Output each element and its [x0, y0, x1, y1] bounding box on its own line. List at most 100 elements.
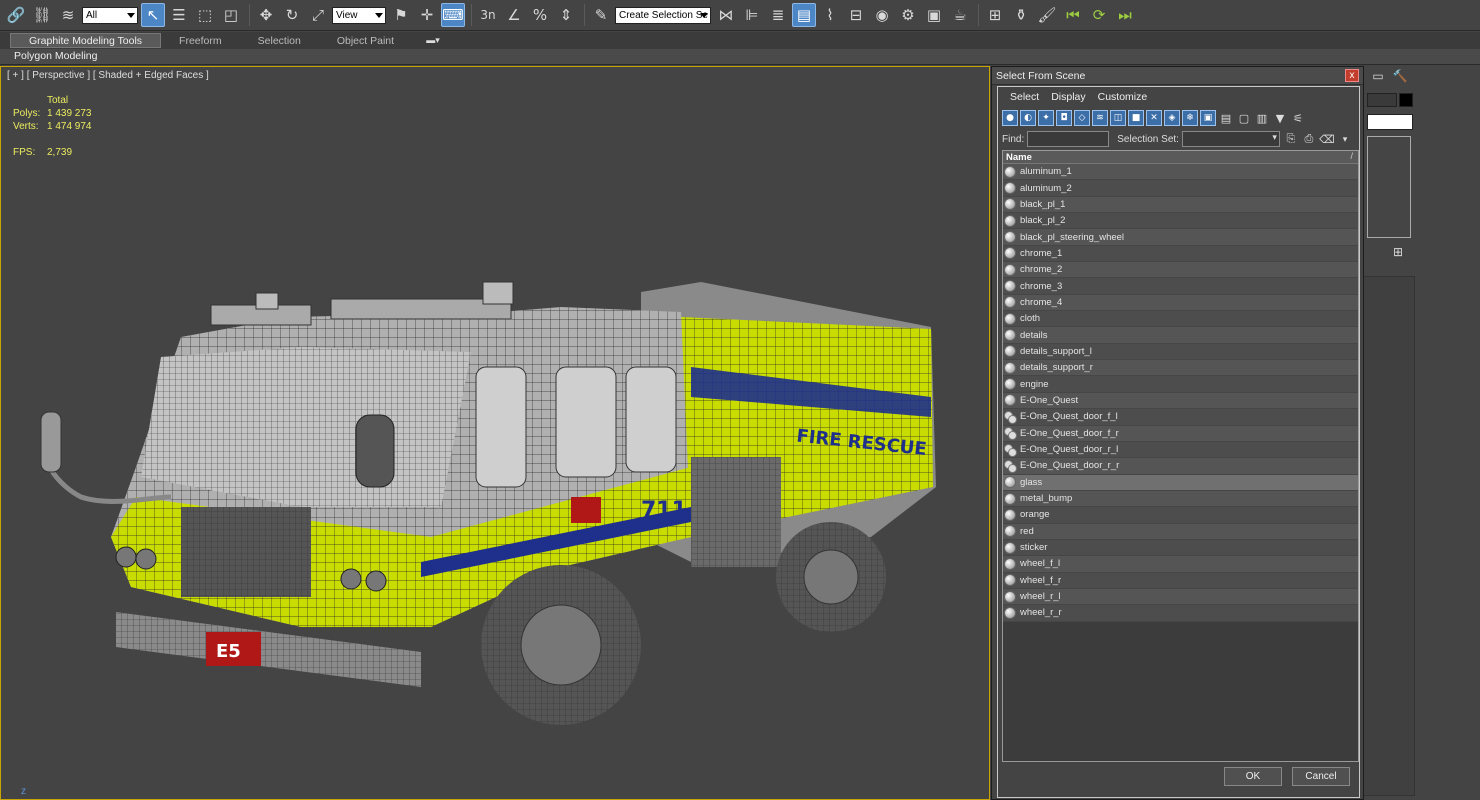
modifier-list-dropdown[interactable]: [1367, 114, 1413, 130]
list-item[interactable]: details: [1003, 327, 1358, 344]
filter-settings-icon[interactable]: ⚟: [1290, 110, 1306, 126]
list-item[interactable]: E-One_Quest_door_r_r: [1003, 458, 1358, 475]
select-object-icon[interactable]: ↖: [141, 3, 165, 27]
rotate-icon[interactable]: ↻: [280, 3, 304, 27]
spinner-snap-icon[interactable]: ⇕: [554, 3, 578, 27]
angle-snap-icon[interactable]: ∠: [502, 3, 526, 27]
keyframe-cycle-icon[interactable]: ⟳: [1087, 3, 1111, 27]
helper-filter-icon[interactable]: ◇: [1074, 110, 1090, 126]
tab-selection[interactable]: Selection: [240, 33, 319, 48]
list-item[interactable]: black_pl_1: [1003, 196, 1358, 214]
scale-icon[interactable]: ⤢: [306, 3, 330, 27]
keyframe-end-icon[interactable]: ⏭: [1113, 3, 1137, 27]
space-warp-filter-icon[interactable]: ≋: [1092, 110, 1108, 126]
tab-graphite-modeling-tools[interactable]: Graphite Modeling Tools: [10, 33, 162, 48]
tab-object-paint[interactable]: Object Paint: [319, 33, 412, 48]
keyframe-start-icon[interactable]: ⏮: [1061, 3, 1085, 27]
edit-named-selection-icon[interactable]: ✎: [589, 3, 613, 27]
cancel-button[interactable]: Cancel: [1292, 767, 1350, 786]
link-icon[interactable]: 🔗: [4, 3, 28, 27]
ribbon-options-icon[interactable]: ▬▾: [422, 35, 444, 46]
list-item[interactable]: wheel_r_r: [1003, 605, 1358, 622]
list-item[interactable]: glass: [1003, 474, 1358, 491]
camera-filter-icon[interactable]: ◘: [1056, 110, 1072, 126]
menu-customize[interactable]: Customize: [1092, 91, 1154, 103]
group-filter-icon[interactable]: ◫: [1110, 110, 1126, 126]
collapse-icon[interactable]: ▾: [1338, 132, 1352, 146]
list-item[interactable]: wheel_f_l: [1003, 556, 1358, 573]
bind-space-warp-icon[interactable]: ≋: [56, 3, 80, 27]
ok-button[interactable]: OK: [1224, 767, 1282, 786]
reference-coordinate-dropdown[interactable]: View: [332, 6, 386, 24]
close-icon[interactable]: x: [1345, 69, 1359, 82]
remove-from-selection-set-icon[interactable]: ⌫: [1319, 132, 1335, 146]
utilities-tab-icon[interactable]: 🔨: [1391, 68, 1409, 84]
render-production-icon[interactable]: ☕: [948, 3, 972, 27]
list-item[interactable]: engine: [1003, 376, 1358, 393]
shape-filter-icon[interactable]: ◐: [1020, 110, 1036, 126]
align-icon[interactable]: ⊫: [740, 3, 764, 27]
display-tab-icon[interactable]: ▭: [1369, 68, 1387, 84]
list-item[interactable]: details_support_r: [1003, 360, 1358, 377]
list-item[interactable]: wheel_r_l: [1003, 588, 1358, 606]
perspective-viewport[interactable]: FIRE RESCUE 711 E5 [+] [Perspective]…: [0, 66, 990, 800]
configure-modifier-sets-icon[interactable]: ⊞: [1389, 244, 1407, 260]
display-all-icon[interactable]: ▤: [1218, 110, 1234, 126]
list-item[interactable]: chrome_4: [1003, 294, 1358, 312]
list-item[interactable]: E-One_Quest: [1003, 392, 1358, 410]
panel-polygon-modeling[interactable]: Polygon Modeling: [10, 50, 101, 64]
viewport-label[interactable]: [ + ] [ Perspective ] [ Shaded + Edged F…: [7, 70, 209, 81]
move-icon[interactable]: ✥: [254, 3, 278, 27]
dialog-title-bar[interactable]: Select From Scene x: [992, 67, 1363, 85]
list-item[interactable]: wheel_f_r: [1003, 572, 1358, 589]
graphite-toggle-icon[interactable]: ⊞: [983, 3, 1007, 27]
layer-manager-icon[interactable]: ≣: [766, 3, 790, 27]
menu-select[interactable]: Select: [1004, 91, 1045, 103]
display-invert-icon[interactable]: ▥: [1254, 110, 1270, 126]
named-selection-set-dropdown[interactable]: Create Selection Se: [615, 6, 711, 24]
manipulate-icon[interactable]: ✛: [415, 3, 439, 27]
rect-selection-icon[interactable]: ⬚: [193, 3, 217, 27]
list-item[interactable]: black_pl_steering_wheel: [1003, 229, 1358, 246]
selection-filter-dropdown[interactable]: All: [82, 6, 138, 24]
list-item[interactable]: chrome_1: [1003, 245, 1358, 263]
menu-display[interactable]: Display: [1045, 91, 1091, 103]
hidden-filter-icon[interactable]: ▣: [1200, 110, 1216, 126]
mirror-icon[interactable]: ⋈: [714, 3, 738, 27]
list-item[interactable]: chrome_3: [1003, 278, 1358, 295]
tab-freeform[interactable]: Freeform: [161, 33, 240, 48]
bone-filter-icon[interactable]: ✕: [1146, 110, 1162, 126]
keyboard-shortcut-override-icon[interactable]: ⌨: [441, 3, 465, 27]
selection-set-dropdown[interactable]: ▾: [1181, 131, 1280, 147]
filter-icon[interactable]: ▼: [1272, 110, 1288, 126]
name-column-header[interactable]: Name /: [1003, 151, 1358, 164]
paint-brush-icon[interactable]: 🖌: [1035, 3, 1059, 27]
unlink-icon[interactable]: ⛓: [30, 3, 54, 27]
script-icon[interactable]: ⚱: [1009, 3, 1033, 27]
container-filter-icon[interactable]: ◈: [1164, 110, 1180, 126]
geometry-filter-icon[interactable]: ●: [1002, 110, 1018, 126]
schematic-view-icon[interactable]: ⊟: [844, 3, 868, 27]
material-editor-icon[interactable]: ◉: [870, 3, 894, 27]
add-to-selection-set-icon[interactable]: ⎙: [1302, 132, 1316, 146]
modifier-stack[interactable]: [1367, 136, 1411, 238]
create-selection-set-icon[interactable]: ⎘: [1284, 132, 1298, 146]
list-item[interactable]: metal_bump: [1003, 490, 1358, 508]
list-item[interactable]: chrome_2: [1003, 262, 1358, 279]
object-name-field[interactable]: [1367, 93, 1397, 107]
list-item[interactable]: black_pl_2: [1003, 213, 1358, 230]
list-item[interactable]: cloth: [1003, 311, 1358, 328]
select-by-name-icon[interactable]: ☰: [167, 3, 191, 27]
list-item[interactable]: aluminum_1: [1003, 164, 1358, 181]
frozen-filter-icon[interactable]: ❄: [1182, 110, 1198, 126]
curve-editor-icon[interactable]: ⌇: [818, 3, 842, 27]
rendered-frame-window-icon[interactable]: ▣: [922, 3, 946, 27]
object-color-swatch[interactable]: [1399, 93, 1413, 107]
list-item[interactable]: red: [1003, 523, 1358, 540]
display-none-icon[interactable]: ▢: [1236, 110, 1252, 126]
list-item[interactable]: aluminum_2: [1003, 180, 1358, 197]
xref-filter-icon[interactable]: ■: [1128, 110, 1144, 126]
list-item[interactable]: sticker: [1003, 539, 1358, 557]
light-filter-icon[interactable]: ✦: [1038, 110, 1054, 126]
list-item[interactable]: E-One_Quest_door_f_r: [1003, 425, 1358, 442]
